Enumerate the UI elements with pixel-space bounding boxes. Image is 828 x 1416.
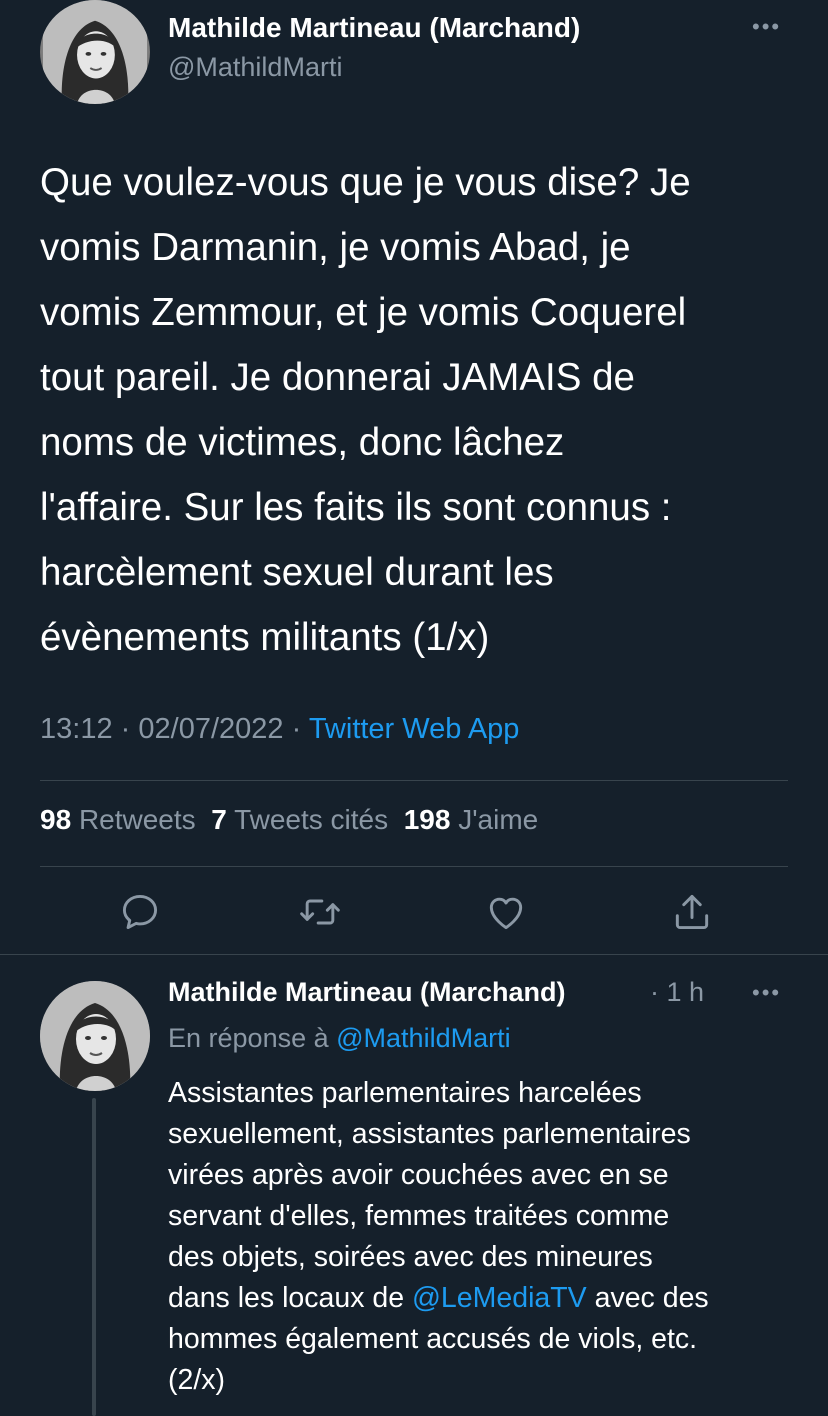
author-name[interactable]: Mathilde Martineau (Marchand) [168,12,580,44]
retweets-label: Retweets [78,804,196,835]
reply-text-segment: dans les locaux de [168,1282,412,1314]
share-button[interactable] [670,890,714,934]
retweet-icon [300,899,340,925]
reply-text-line: (2/x) [168,1364,225,1396]
reply-text-line: des objets, soirées avec des mineures [168,1241,653,1273]
like-button[interactable] [484,890,528,934]
reply-author-avatar[interactable] [40,981,150,1091]
tweet-time[interactable]: 13:12 [40,713,113,745]
reply-time[interactable]: · 1 h [650,977,704,1008]
reply-text-line: sexuellement, assistantes parlementaires [168,1118,691,1150]
reply-text-line: hommes également accusés de viols, etc. [168,1323,698,1355]
reply-text-line: virées après avoir couchées avec en se [168,1159,669,1191]
reply-text: Assistantes parlementaires harcelées sex… [168,1073,788,1401]
retweets-count: 98 [40,804,72,835]
likes-label: J'aime [458,804,539,835]
like-icon [489,897,523,930]
quotes-label: Tweets cités [234,804,389,835]
tweet-meta: 13:12 · 02/07/2022 · Twitter Web App [40,713,519,746]
tweet-source-link[interactable]: Twitter Web App [309,713,520,745]
tweet-text-line: tout pareil. Je donnerai JAMAIS de [40,356,635,399]
more-options-icon[interactable]: ••• [752,16,781,38]
tweet-text-line: noms de victimes, donc lâchez [40,421,565,464]
more-options-icon[interactable]: ••• [752,982,781,1004]
avatar-portrait-icon [40,981,150,1091]
divider [40,780,788,781]
author-avatar[interactable] [40,0,150,104]
tweet-text-line: vomis Darmanin, je vomis Abad, je [40,226,631,269]
in-reply-to: En réponse à @MathildMarti [168,1023,511,1054]
quotes-stat[interactable]: 7 Tweets cités [211,804,388,835]
tweet-text: Que voulez-vous que je vous dise? Je vom… [40,150,800,670]
retweets-stat[interactable]: 98 Retweets [40,804,196,835]
retweet-button[interactable] [298,890,342,934]
tweet-stats: 98 Retweets 7 Tweets cités 198 J'aime [40,804,538,836]
tweet-text-line: harcèlement sexuel durant les [40,551,554,594]
in-reply-prefix: En réponse à [168,1023,329,1053]
reply-button[interactable] [118,890,162,934]
in-reply-handle-link[interactable]: @MathildMarti [336,1023,510,1053]
share-icon [675,894,709,930]
reply-author-name[interactable]: Mathilde Martineau (Marchand) [168,977,566,1008]
avatar-portrait-icon [43,0,147,104]
quotes-count: 7 [211,804,227,835]
meta-separator: · [120,713,131,745]
tweet-text-line: vomis Zemmour, et je vomis Coquerel [40,291,687,334]
divider [40,866,788,867]
likes-count: 198 [403,804,451,835]
tweet-text-line: l'affaire. Sur les faits ils sont connus… [40,486,672,529]
reply-text-line: Assistantes parlementaires harcelées [168,1077,642,1109]
thread-line [92,1098,96,1416]
mention-link[interactable]: @LeMediaTV [412,1282,587,1314]
meta-separator: · [291,713,302,745]
tweet-text-line: évènements militants (1/x) [40,616,490,659]
author-handle[interactable]: @MathildMarti [168,52,342,83]
tweet-text-line: Que voulez-vous que je vous dise? Je [40,161,691,204]
likes-stat[interactable]: 198 J'aime [404,804,539,835]
tweet-date[interactable]: 02/07/2022 [138,713,283,745]
reply-text-segment: avec des [586,1282,709,1314]
section-divider [0,954,828,955]
reply-text-line: servant d'elles, femmes traitées comme [168,1200,670,1232]
reply-text-line: dans les locaux de @LeMediaTV avec des [168,1278,788,1319]
reply-icon [122,894,158,930]
